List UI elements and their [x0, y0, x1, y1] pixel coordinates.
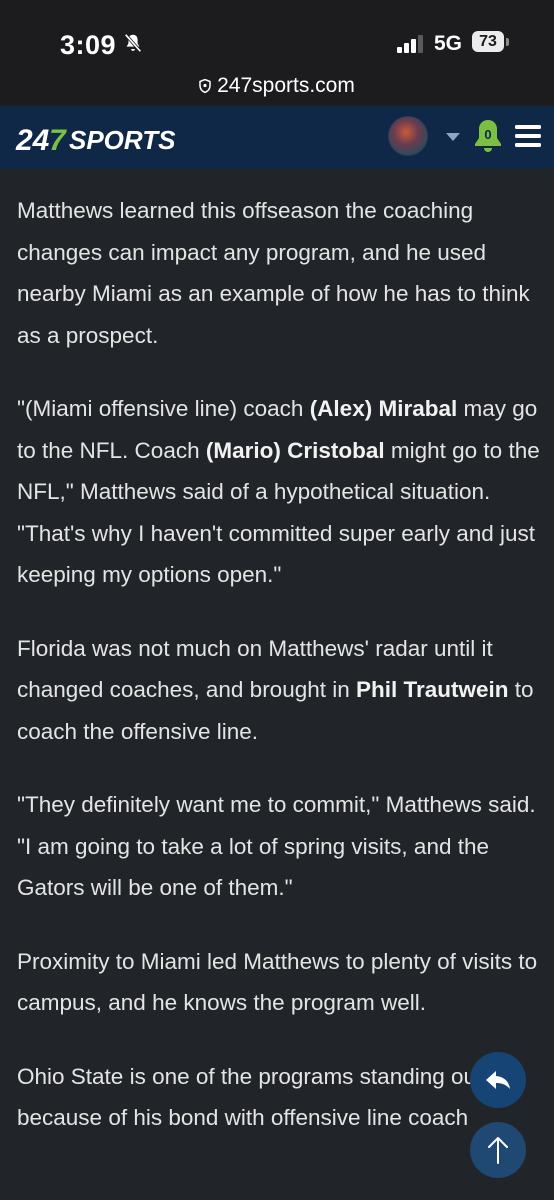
avatar[interactable]	[388, 116, 428, 156]
battery-level: 73	[479, 33, 497, 50]
article-body: Matthews learned this offseason the coac…	[17, 190, 542, 1171]
player-link-trautwein[interactable]: Phil Trautwein	[356, 677, 509, 702]
network-type: 5G	[434, 32, 463, 55]
bell-icon[interactable]: 0	[473, 118, 503, 154]
notification-count: 0	[484, 127, 491, 142]
article-paragraph: Florida was not much on Matthews' radar …	[17, 628, 542, 753]
247sports-logo[interactable]: 24 7 SPORTS	[14, 122, 214, 156]
address-bar[interactable]: 247sports.com	[0, 74, 554, 98]
scroll-to-top-button[interactable]	[470, 1122, 526, 1178]
player-link-mirabal[interactable]: (Alex) Mirabal	[310, 396, 458, 421]
battery-icon: 73	[472, 31, 504, 52]
svg-text:SPORTS: SPORTS	[69, 125, 176, 155]
arrow-up-icon	[488, 1137, 508, 1164]
site-header: 24 7 SPORTS	[0, 106, 554, 168]
url-text: 247sports.com	[217, 74, 355, 97]
article-paragraph: "They definitely want me to commit," Mat…	[17, 792, 536, 900]
bell-off-icon	[124, 33, 142, 53]
share-icon	[486, 1071, 510, 1089]
caret-down-icon[interactable]	[446, 133, 460, 141]
player-link-cristobal[interactable]: (Mario) Cristobal	[206, 438, 385, 463]
status-time: 3:09	[60, 30, 117, 60]
battery-tip	[506, 38, 509, 46]
article-paragraph: Proximity to Miami led Matthews to plent…	[17, 948, 538, 1016]
signal-icon	[397, 35, 423, 53]
paragraph-text: "(Miami offensive line) coach	[17, 396, 310, 421]
svg-text:7: 7	[49, 124, 67, 156]
article-paragraph: "(Miami offensive line) coach (Alex) Mir…	[17, 388, 542, 596]
lock-icon	[199, 79, 211, 93]
status-bar: 3:09 5G 73 247sports.com	[0, 0, 554, 106]
share-button[interactable]	[470, 1052, 526, 1108]
article-paragraph: Ohio State is one of the programs standi…	[17, 1063, 483, 1131]
menu-icon[interactable]	[515, 124, 541, 148]
article-paragraph: Matthews learned this offseason the coac…	[17, 198, 530, 348]
svg-text:24: 24	[15, 124, 50, 156]
